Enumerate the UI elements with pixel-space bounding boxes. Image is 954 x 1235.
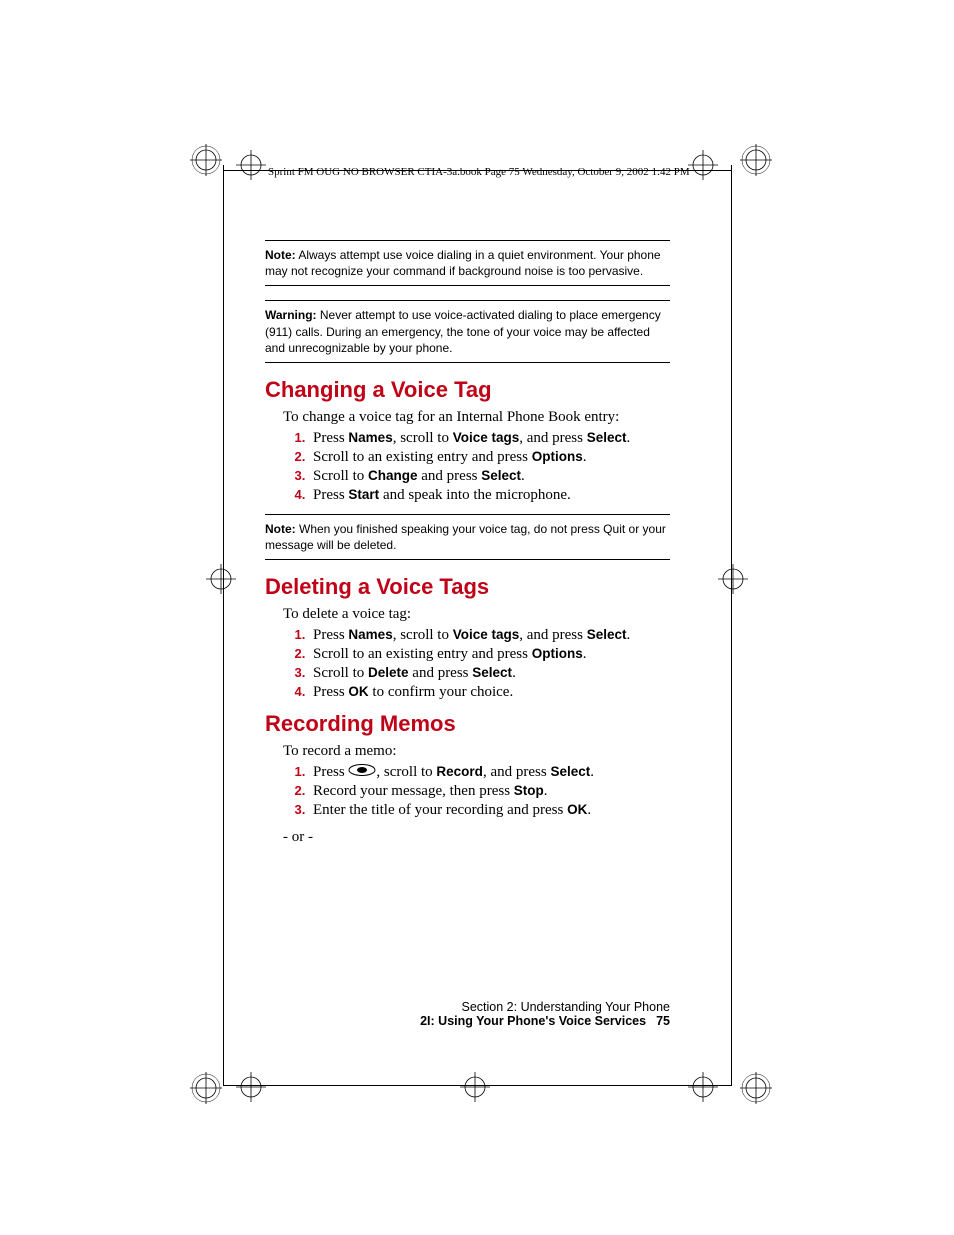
crop-mark-icon	[186, 1068, 226, 1108]
crop-mark-icon	[736, 1068, 776, 1108]
warning-text: Never attempt to use voice-activated dia…	[265, 308, 661, 354]
step-item: Scroll to an existing entry and press Op…	[309, 449, 670, 466]
crop-mark-icon	[186, 140, 226, 180]
or-separator: - or -	[283, 829, 670, 846]
crop-mark-icon	[460, 1072, 490, 1102]
intro-text: To change a voice tag for an Internal Ph…	[283, 409, 670, 426]
note-box: Note: When you finished speaking your vo…	[265, 514, 670, 560]
note-text: Always attempt use voice dialing in a qu…	[265, 248, 661, 278]
step-item: Scroll to Change and press Select.	[309, 468, 670, 485]
step-item: Scroll to an existing entry and press Op…	[309, 646, 670, 663]
note-label: Note:	[265, 248, 296, 262]
step-item: Press Names, scroll to Voice tags, and p…	[309, 627, 670, 644]
crop-mark-icon	[688, 150, 718, 180]
step-item: Press , scroll to Record, and press Sele…	[309, 764, 670, 781]
crop-mark-icon	[718, 564, 748, 594]
steps-list: Press Names, scroll to Voice tags, and p…	[283, 430, 670, 504]
warning-box: Warning: Never attempt to use voice-acti…	[265, 300, 670, 363]
crop-line	[223, 1085, 732, 1086]
steps-list: Press Names, scroll to Voice tags, and p…	[283, 627, 670, 701]
crop-line	[731, 165, 732, 1085]
note-text: When you finished speaking your voice ta…	[265, 522, 666, 552]
page-footer: Section 2: Understanding Your Phone 2I: …	[265, 1000, 670, 1028]
steps-list: Press , scroll to Record, and press Sele…	[283, 764, 670, 819]
heading-deleting-voice-tags: Deleting a Voice Tags	[265, 574, 670, 600]
page-header-text: Sprint FM OUG NO BROWSER CTIA-3a.book Pa…	[268, 166, 690, 178]
crop-line	[223, 165, 224, 1085]
crop-mark-icon	[236, 1072, 266, 1102]
step-item: Press Names, scroll to Voice tags, and p…	[309, 430, 670, 447]
warning-label: Warning:	[265, 308, 317, 322]
menu-key-icon	[348, 764, 376, 781]
step-item: Press Start and speak into the microphon…	[309, 487, 670, 504]
step-item: Scroll to Delete and press Select.	[309, 665, 670, 682]
footer-section-title: Section 2: Understanding Your Phone	[265, 1000, 670, 1014]
step-item: Press OK to confirm your choice.	[309, 684, 670, 701]
footer-subsection-title: 2I: Using Your Phone's Voice Services75	[265, 1014, 670, 1028]
heading-recording-memos: Recording Memos	[265, 711, 670, 737]
crop-mark-icon	[688, 1072, 718, 1102]
step-item: Enter the title of your recording and pr…	[309, 802, 670, 819]
crop-mark-icon	[236, 150, 266, 180]
note-label: Note:	[265, 522, 296, 536]
heading-changing-voice-tag: Changing a Voice Tag	[265, 377, 670, 403]
page-number: 75	[656, 1014, 670, 1028]
step-item: Record your message, then press Stop.	[309, 783, 670, 800]
crop-mark-icon	[206, 564, 236, 594]
crop-mark-icon	[736, 140, 776, 180]
intro-text: To delete a voice tag:	[283, 606, 670, 623]
note-box: Note: Always attempt use voice dialing i…	[265, 240, 670, 286]
intro-text: To record a memo:	[283, 743, 670, 760]
